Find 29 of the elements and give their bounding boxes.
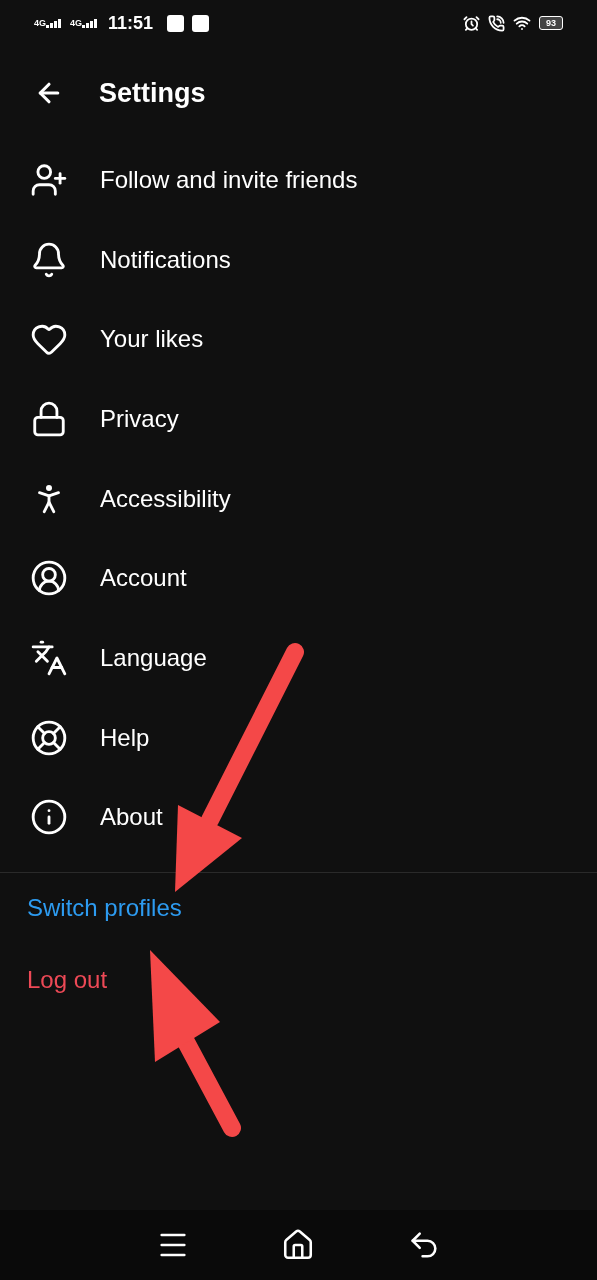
settings-item[interactable]: Your likes — [0, 299, 597, 380]
settings-item[interactable]: Help — [0, 697, 597, 778]
phone-icon — [488, 14, 505, 32]
page-title: Settings — [99, 76, 206, 110]
account-icon — [30, 559, 68, 598]
battery-level: 93 — [539, 16, 563, 30]
signal-icon — [82, 18, 99, 28]
translate-icon — [30, 638, 68, 677]
wifi-icon — [513, 14, 531, 32]
bell-icon — [30, 240, 68, 279]
settings-item[interactable]: Follow and invite friends — [0, 140, 597, 220]
bag-icon — [167, 14, 185, 32]
lock-icon — [30, 399, 68, 438]
alarm-icon — [463, 14, 480, 32]
info-icon — [30, 798, 68, 837]
network-type: 4G — [34, 18, 46, 28]
settings-item[interactable]: About — [0, 777, 597, 858]
logout-link[interactable]: Log out — [27, 963, 108, 998]
clock-time: 11:51 — [108, 11, 154, 35]
lifebuoy-icon — [30, 718, 68, 757]
signal-icon — [46, 18, 62, 28]
network-type: 4G — [70, 18, 83, 28]
settings-item[interactable]: Privacy — [0, 379, 597, 459]
settings-item[interactable]: Accessibility — [0, 458, 597, 539]
settings-item[interactable]: Account — [0, 538, 597, 619]
settings-item[interactable]: Language — [0, 618, 597, 698]
settings-item[interactable]: Notifications — [0, 219, 597, 300]
bag-icon — [192, 14, 210, 32]
switch-link[interactable]: Switch profiles — [27, 891, 182, 926]
